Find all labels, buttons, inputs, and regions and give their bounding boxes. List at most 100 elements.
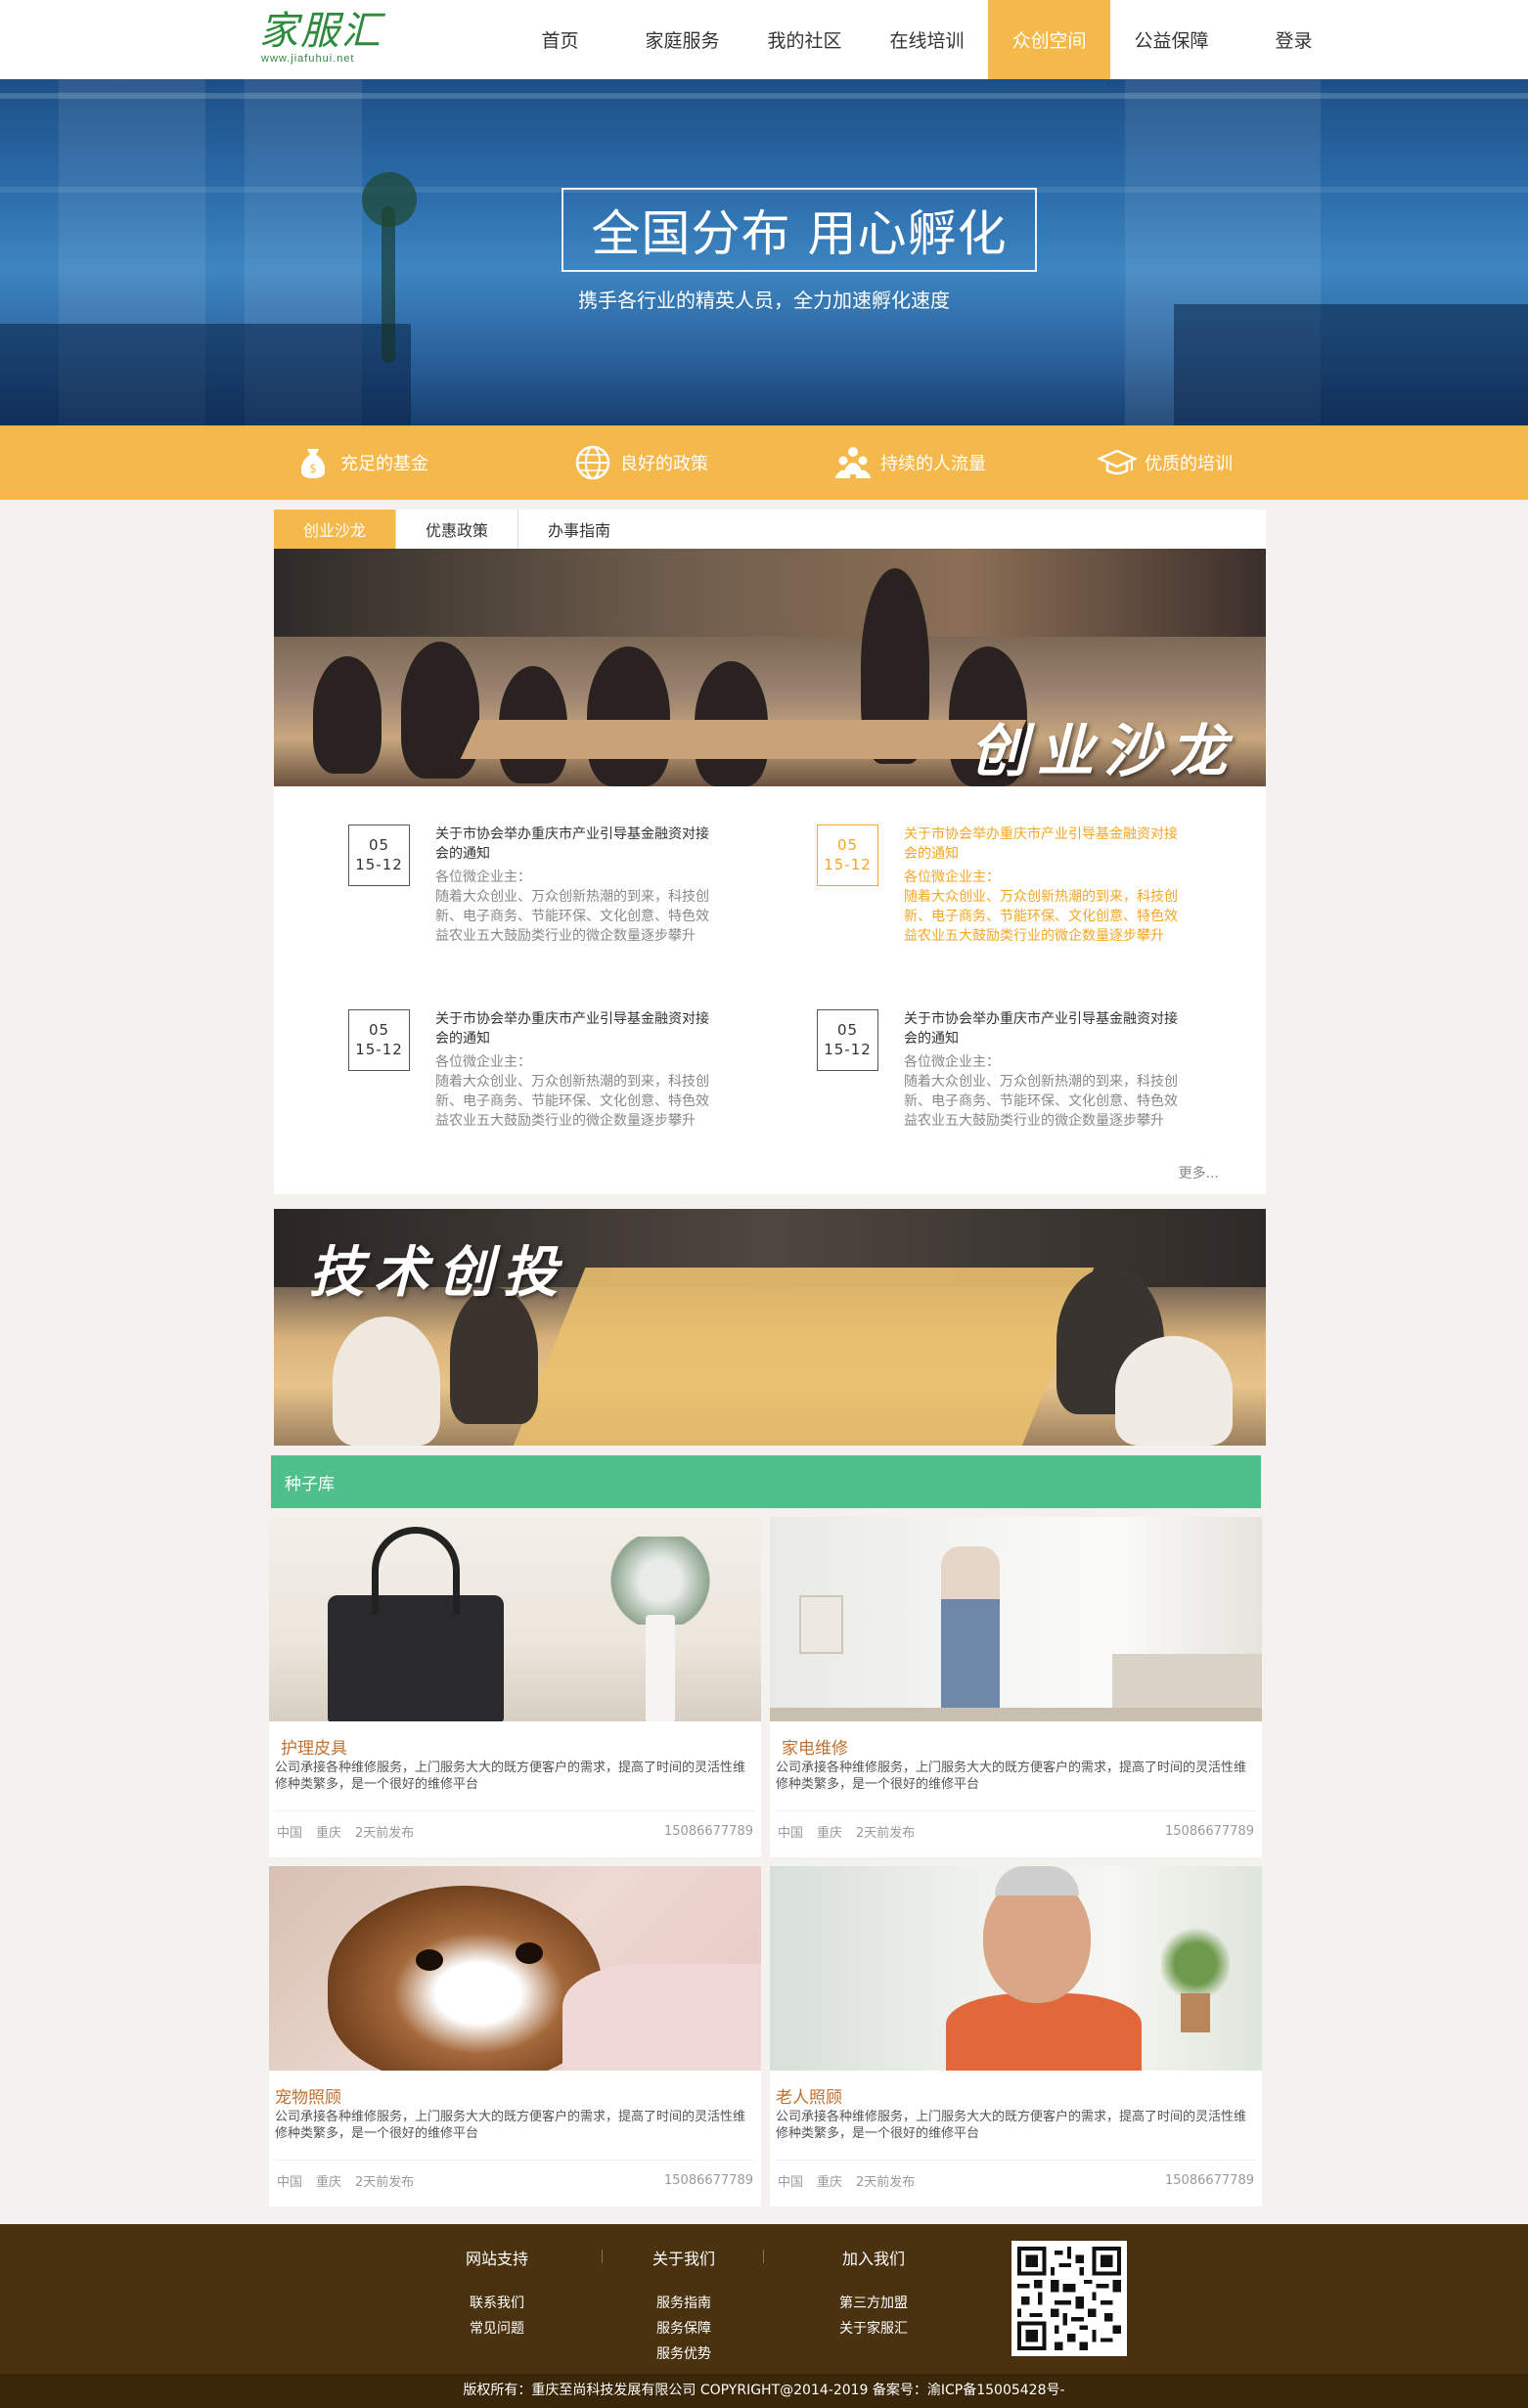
news-item[interactable]: 05 15-12 关于市协会举办重庆市产业引导基金融资对接会的通知 各位微企业主：… <box>817 825 1189 971</box>
hero-decor <box>1174 304 1528 425</box>
nav-item-online-training[interactable]: 在线培训 <box>866 0 988 79</box>
more-link[interactable]: 更多... <box>1179 1163 1219 1182</box>
card-decor <box>416 1949 443 1971</box>
seed-card[interactable]: 护理皮具 公司承接各种维修服务，上门服务大大的既方便客户的需求，提高了时间的灵活… <box>269 1517 761 1857</box>
card-phone: 15086677789 <box>664 2173 753 2188</box>
site-header: 家服汇 www.jiafuhui.net 首页 家庭服务 我的社区 在线培训 众… <box>0 0 1528 79</box>
nav-item-maker-space[interactable]: 众创空间 <box>988 0 1110 79</box>
card-decor <box>516 1942 543 1964</box>
card-title[interactable]: 老人照顾 <box>776 2083 842 2108</box>
news-item[interactable]: 05 15-12 关于市协会举办重庆市产业引导基金融资对接会的通知 各位微企业主：… <box>348 1009 720 1156</box>
footer-link-about-jiafuhui[interactable]: 关于家服汇 <box>810 2316 937 2341</box>
qr-code-graphic <box>1017 2247 1121 2350</box>
footer-link-contact[interactable]: 联系我们 <box>433 2291 561 2316</box>
card-decor <box>941 1546 1000 1721</box>
news-body: 各位微企业主： 随着大众创业、万众创新热潮的到来，科技创新、电子商务、节能环保、… <box>904 1054 1178 1129</box>
news-body: 各位微企业主： 随着大众创业、万众创新热潮的到来，科技创新、电子商务、节能环保、… <box>904 870 1178 944</box>
seed-card[interactable]: 老人照顾 公司承接各种维修服务，上门服务大大的既方便客户的需求，提高了时间的灵活… <box>770 1866 1262 2207</box>
card-image-pet-care <box>269 1866 761 2071</box>
site-logo[interactable]: 家服汇 www.jiafuhui.net <box>259 8 396 67</box>
graduation-cap-icon <box>1098 449 1137 475</box>
seed-card[interactable]: 宠物照顾 公司承接各种维修服务，上门服务大大的既方便客户的需求，提高了时间的灵活… <box>269 1866 761 2207</box>
hero-decor <box>0 93 1528 99</box>
footer-link-service-advantage[interactable]: 服务优势 <box>620 2341 747 2367</box>
qr-code-icon <box>1011 2241 1127 2356</box>
card-desc: 公司承接各种维修服务，上门服务大大的既方便客户的需求，提高了时间的灵活性维修种类… <box>776 2110 1247 2141</box>
footer-heading: 加入我们 <box>841 2250 905 2268</box>
banner-decor <box>510 1268 1095 1446</box>
feature-traffic[interactable]: 持续的人流量 <box>833 425 986 500</box>
card-meta: 中国 重庆 2天前发布 <box>277 1826 415 1841</box>
hero-banner: 全国分布 用心孵化 携手各行业的精英人员，全力加速孵化速度 <box>0 79 1528 425</box>
globe-icon <box>575 445 610 480</box>
tab-preferential-policy[interactable]: 优惠政策 <box>396 510 519 549</box>
card-title[interactable]: 护理皮具 <box>281 1734 347 1759</box>
news-title[interactable]: 关于市协会举办重庆市产业引导基金融资对接会的通知 <box>435 1009 719 1048</box>
hero-decor <box>0 324 411 425</box>
news-item[interactable]: 05 15-12 关于市协会举办重庆市产业引导基金融资对接会的通知 各位微企业主：… <box>817 1009 1189 1156</box>
tech-banner-title: 技术创投 <box>309 1240 567 1305</box>
card-phone: 15086677789 <box>664 1824 753 1839</box>
nav-item-login[interactable]: 登录 <box>1233 0 1355 79</box>
feature-policy[interactable]: 良好的政策 <box>573 425 708 500</box>
card-image-leather-bag <box>269 1517 761 1721</box>
hero-title-box: 全国分布 用心孵化 <box>562 188 1037 272</box>
nav-item-home[interactable]: 首页 <box>499 0 621 79</box>
news-date: 05 15-12 <box>348 825 410 886</box>
banner-decor <box>333 1316 440 1446</box>
money-bag-icon: $ <box>300 449 326 478</box>
feature-label: 充足的基金 <box>340 454 428 474</box>
news-body: 各位微企业主： 随着大众创业、万众创新热潮的到来，科技创新、电子商务、节能环保、… <box>435 1054 709 1129</box>
card-decor <box>328 1886 602 2071</box>
nav-item-my-community[interactable]: 我的社区 <box>743 0 866 79</box>
news-title[interactable]: 关于市协会举办重庆市产业引导基金融资对接会的通知 <box>435 825 719 864</box>
card-meta: 中国 重庆 2天前发布 <box>778 1826 916 1841</box>
news-date: 05 15-12 <box>348 1009 410 1071</box>
feature-bar: $ 充足的基金 良好的政策 持续的人流量 优质的培训 <box>0 425 1528 500</box>
news-date: 05 15-12 <box>817 1009 878 1071</box>
seed-library-header: 种子库 <box>271 1455 1261 1508</box>
nav-item-public-welfare[interactable]: 公益保障 <box>1110 0 1233 79</box>
card-desc: 公司承接各种维修服务，上门服务大大的既方便客户的需求，提高了时间的灵活性维修种类… <box>275 1761 746 1792</box>
banner-decor <box>460 720 1027 759</box>
card-meta: 中国 重庆 2天前发布 <box>277 2175 415 2190</box>
card-decor <box>1161 1925 1230 2003</box>
footer-link-service-guide[interactable]: 服务指南 <box>620 2291 747 2316</box>
news-title[interactable]: 关于市协会举办重庆市产业引导基金融资对接会的通知 <box>904 1009 1188 1048</box>
feature-fund[interactable]: $ 充足的基金 <box>293 425 428 500</box>
feature-label: 良好的政策 <box>620 454 708 474</box>
card-decor <box>646 1615 675 1721</box>
card-decor <box>562 1964 761 2071</box>
tab-guide[interactable]: 办事指南 <box>518 510 640 549</box>
footer-link-franchise[interactable]: 第三方加盟 <box>810 2291 937 2316</box>
tab-startup-salon[interactable]: 创业沙龙 <box>274 510 397 549</box>
banner-decor <box>587 647 670 786</box>
banner-decor <box>1115 1336 1233 1446</box>
news-date: 05 15-12 <box>817 825 878 886</box>
feature-label: 持续的人流量 <box>880 454 986 474</box>
card-meta: 中国 重庆 2天前发布 <box>778 2175 916 2190</box>
site-footer: 网站支持 联系我们 常见问题 关于我们 服务指南 服务保障 服务优势 加入我们 … <box>0 2224 1528 2374</box>
news-item[interactable]: 05 15-12 关于市协会举办重庆市产业引导基金融资对接会的通知 各位微企业主：… <box>348 825 720 971</box>
card-title[interactable]: 家电维修 <box>782 1734 848 1759</box>
card-title[interactable]: 宠物照顾 <box>275 2083 341 2108</box>
card-divider <box>776 2160 1256 2161</box>
feature-label: 优质的培训 <box>1145 454 1233 474</box>
card-divider <box>776 1810 1256 1811</box>
footer-link-service-guarantee[interactable]: 服务保障 <box>620 2316 747 2341</box>
footer-heading: 网站支持 <box>465 2250 528 2268</box>
feature-training[interactable]: 优质的培训 <box>1098 425 1233 500</box>
logo-url: www.jiafuhui.net <box>261 53 355 65</box>
banner-decor <box>313 656 382 774</box>
card-divider <box>275 2160 755 2161</box>
footer-link-faq[interactable]: 常见问题 <box>433 2316 561 2341</box>
card-decor <box>799 1595 843 1654</box>
banner-decor <box>450 1287 538 1424</box>
nav-item-home-services[interactable]: 家庭服务 <box>621 0 743 79</box>
news-panel: 创业沙龙 优惠政策 办事指南 创业沙龙 05 15-12 关于市协会举办重庆市产业… <box>274 510 1266 1194</box>
salon-banner-title: 创业沙龙 <box>969 718 1236 784</box>
card-phone: 15086677789 <box>1165 2173 1254 2188</box>
news-title[interactable]: 关于市协会举办重庆市产业引导基金融资对接会的通知 <box>904 825 1188 864</box>
hero-subtitle: 携手各行业的精英人员，全力加速孵化速度 <box>578 289 950 312</box>
seed-card[interactable]: 家电维修 公司承接各种维修服务，上门服务大大的既方便客户的需求，提高了时间的灵活… <box>770 1517 1262 1857</box>
